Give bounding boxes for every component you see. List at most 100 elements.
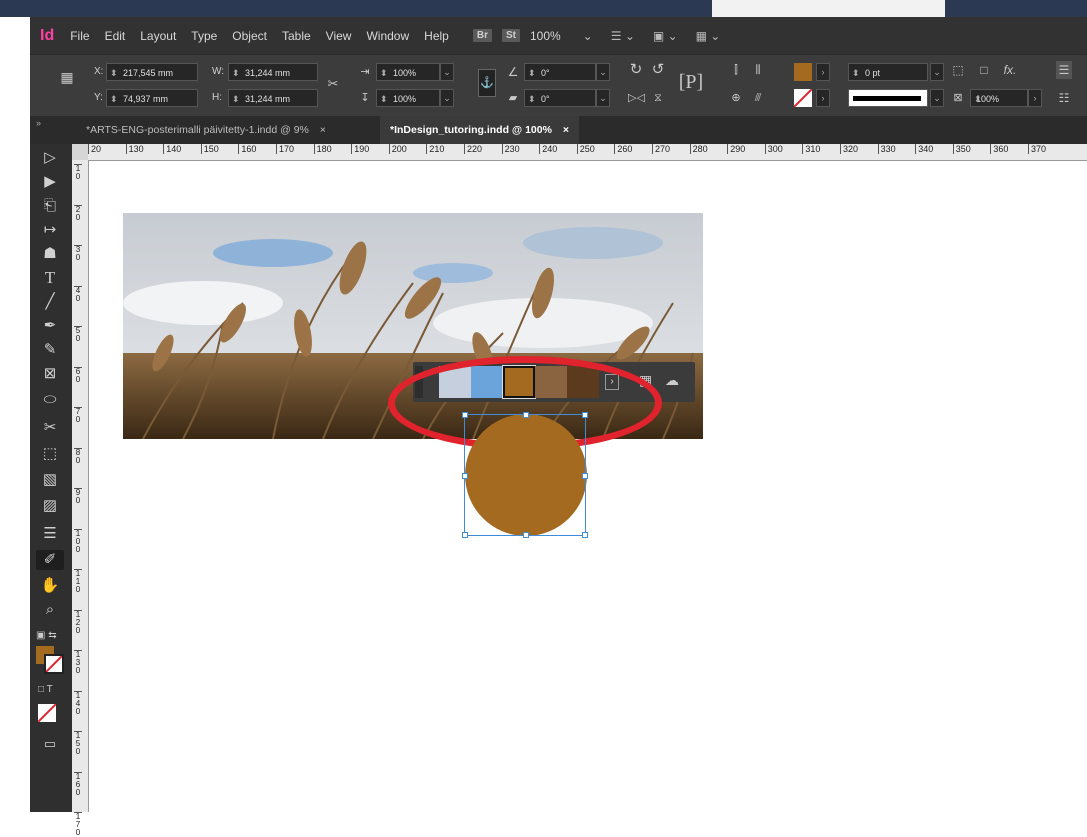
menu-help[interactable]: Help [424, 29, 449, 43]
rotate-ccw-icon[interactable]: ↺ [650, 61, 666, 79]
stroke-weight-dropdown[interactable]: ⌄ [930, 63, 944, 81]
scale-y-field[interactable]: 100% [376, 89, 440, 108]
line-tool-icon[interactable]: ╱ [36, 292, 64, 312]
pencil-tool-icon[interactable]: ✎ [36, 340, 64, 360]
constrain-proportions-icon[interactable]: ✂ [324, 75, 342, 93]
stroke-weight-field[interactable]: 0 pt [848, 63, 928, 82]
menu-window[interactable]: Window [366, 29, 409, 43]
arrange-documents-icon[interactable]: ▦ ⌄ [696, 29, 721, 43]
rotate-cw-icon[interactable]: ↻ [628, 61, 644, 79]
frame-fitting-icon[interactable]: □ [976, 61, 992, 79]
zoom-level[interactable]: 100% [530, 29, 561, 43]
flip-horizontal-icon[interactable]: ▷◁ [628, 89, 645, 107]
height-field[interactable]: 31,244 mm [228, 89, 318, 108]
cc-libraries-icon[interactable]: ☁ [665, 372, 679, 389]
scale-x-dropdown[interactable]: ⌄ [440, 63, 454, 81]
stroke-type-field[interactable] [848, 89, 928, 107]
zoom-icon[interactable]: ⌕ [36, 600, 64, 620]
ruler-tick-label: 80 [74, 447, 82, 465]
menu-object[interactable]: Object [232, 29, 267, 43]
flip-vertical-icon[interactable]: ⧖ [650, 89, 666, 107]
menu-table[interactable]: Table [282, 29, 311, 43]
view-options-icon[interactable]: ☰ ⌄ [611, 29, 635, 43]
stroke-type-dropdown[interactable]: ⌄ [930, 89, 944, 107]
text-wrap-icon[interactable]: ⬚ [950, 61, 966, 79]
rotation-field[interactable]: 0° [524, 63, 596, 82]
align-icon[interactable]: ☰ [1056, 61, 1072, 79]
handle-top-center[interactable] [523, 412, 529, 418]
stock-button[interactable]: St [501, 29, 520, 42]
scissors-icon[interactable]: ✂ [36, 418, 64, 438]
rotation-dropdown[interactable]: ⌄ [596, 63, 610, 81]
reference-point-icon[interactable]: ▦ [58, 69, 76, 85]
fill-swatch[interactable] [794, 63, 812, 81]
stroke-swatch-none[interactable] [794, 89, 812, 107]
x-position-field[interactable]: 217,545 mm [106, 63, 198, 82]
handle-middle-right[interactable] [582, 473, 588, 479]
width-field[interactable]: 31,244 mm [228, 63, 318, 82]
zoom-dropdown-icon[interactable]: ⌄ [583, 29, 593, 43]
note-icon[interactable]: ☰ [36, 524, 64, 544]
direct-selection-icon[interactable]: ▶ [36, 172, 64, 192]
gradient-feather-icon[interactable]: ▨ [36, 496, 64, 516]
handle-top-right[interactable] [582, 412, 588, 418]
menu-edit[interactable]: Edit [105, 29, 126, 43]
tab-indesign-tutoring[interactable]: *InDesign_tutoring.indd @ 100% × [380, 116, 579, 144]
tab-arts-eng-poster[interactable]: *ARTS-ENG-posterimalli päivitetty-1.indd… [76, 116, 336, 144]
select-previous-object-icon[interactable]: ⫻ [750, 89, 766, 107]
handle-bottom-right[interactable] [582, 532, 588, 538]
handle-bottom-center[interactable] [523, 532, 529, 538]
shear-dropdown[interactable]: ⌄ [596, 89, 610, 107]
distribute-icon[interactable]: ☷ [1056, 89, 1072, 107]
vertical-ruler[interactable]: 10 20 30 40 50 60 70 80 90 100 110 120 130 140 150 160 1… [72, 160, 89, 837]
apply-none-icon[interactable] [38, 704, 56, 722]
handle-middle-left[interactable] [462, 473, 468, 479]
menu-file[interactable]: File [70, 29, 89, 43]
y-position-field[interactable]: 74,937 mm [106, 89, 198, 108]
select-container-icon[interactable]: ⫿ [728, 61, 744, 79]
effects-fx[interactable]: fx. [1000, 61, 1020, 79]
type-tool-icon[interactable]: T [36, 268, 64, 288]
frame-p-icon[interactable]: [P] [678, 69, 704, 95]
gap-tool-icon[interactable]: ↦ [36, 220, 64, 240]
free-transform-icon[interactable]: ⬚ [36, 444, 64, 464]
close-icon[interactable]: × [563, 124, 569, 136]
hand-icon[interactable]: ✋ [36, 576, 64, 596]
ellipse-tool-icon[interactable]: ⬭ [36, 390, 64, 410]
menu-type[interactable]: Type [191, 29, 217, 43]
eyedropper-icon[interactable]: ✐ [36, 550, 64, 570]
stroke-dropdown[interactable]: › [816, 89, 830, 107]
content-collector-icon[interactable]: ☗ [36, 244, 64, 264]
close-icon[interactable]: × [320, 124, 326, 136]
menu-layout[interactable]: Layout [140, 29, 176, 43]
scale-x-field[interactable]: 100% [376, 63, 440, 82]
selection-tool-icon[interactable]: ▷ [36, 148, 64, 168]
formatting-container-icon[interactable]: □ T [38, 684, 53, 695]
select-content-icon[interactable]: ⊕ [728, 89, 744, 107]
bridge-button[interactable]: Br [472, 29, 492, 42]
screen-mode-icon[interactable]: ▭ [36, 734, 64, 754]
opacity-field[interactable]: 100% [970, 89, 1028, 108]
ruler-tick-label: 60 [74, 366, 82, 384]
screen-mode-icon[interactable]: ▣ ⌄ [653, 29, 678, 43]
ruler-corner[interactable] [72, 144, 88, 160]
horizontal-ruler[interactable]: 20 130 140 150 160 170 180 190 200 210 220 230 240 25… [88, 144, 1087, 161]
menu-view[interactable]: View [326, 29, 352, 43]
scale-y-dropdown[interactable]: ⌄ [440, 89, 454, 107]
pen-tool-icon[interactable]: ✒ [36, 316, 64, 336]
handle-bottom-left[interactable] [462, 532, 468, 538]
gradient-icon[interactable]: ▧ [36, 470, 64, 490]
page-tool-icon[interactable]: ⎗ [36, 196, 64, 216]
ruler-tick-label: 170 [74, 812, 82, 837]
constrain-scale-button[interactable]: ⚓ [478, 69, 496, 97]
opacity-dropdown[interactable]: › [1028, 89, 1042, 107]
swap-fill-stroke-icon[interactable]: ▣ ⇆ [36, 630, 57, 641]
handle-top-left[interactable] [462, 412, 468, 418]
toolbar-stroke-none[interactable] [44, 654, 64, 674]
panel-collapse-icon[interactable]: » [36, 116, 41, 130]
fill-dropdown[interactable]: › [816, 63, 830, 81]
shear-field[interactable]: 0° [524, 89, 596, 108]
selection-bounding-box[interactable] [462, 412, 588, 538]
select-next-object-icon[interactable]: ⫼ [750, 61, 766, 79]
rectangle-frame-icon[interactable]: ⊠ [36, 364, 64, 384]
